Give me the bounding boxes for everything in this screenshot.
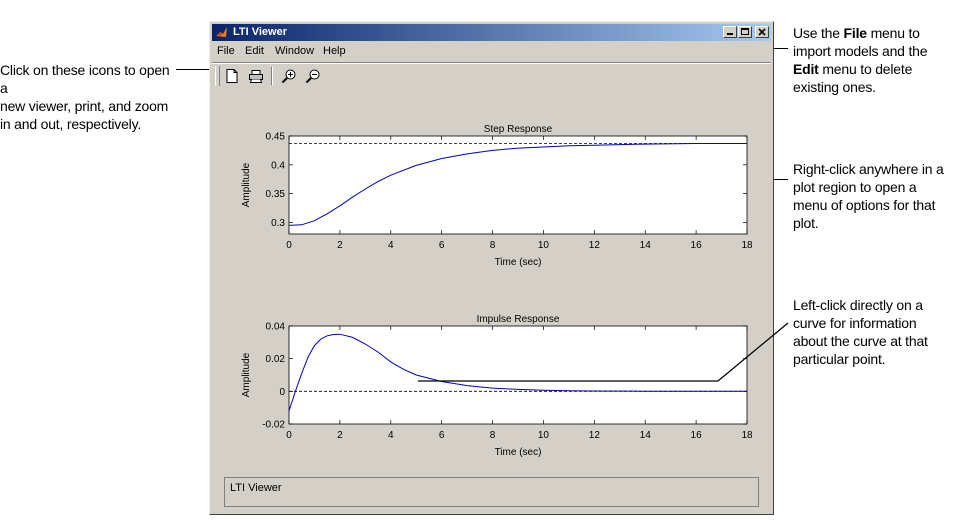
- new-viewer-button[interactable]: [222, 66, 242, 86]
- y-tick-label: 0.35: [266, 189, 286, 200]
- step-response-chart[interactable]: Step Response 0 2 4 6 8 10 12 14 16 18 0.3 0.35 0.4 0.…: [230, 124, 775, 284]
- x-tick-label: 4: [388, 240, 394, 251]
- menu-callout: Use the File menu to import models and t…: [793, 24, 957, 96]
- chart-title: Impulse Response: [477, 314, 560, 325]
- x-tick-label: 18: [741, 240, 753, 251]
- step-response-plot[interactable]: Step Response 0 2 4 6 8 10 12 14 16 18 0.3 0.35 0.4 0.…: [230, 124, 775, 284]
- x-tick-label: 2: [337, 430, 343, 441]
- maximize-button[interactable]: [738, 26, 752, 38]
- new-document-icon: [226, 69, 238, 83]
- plot-area: [288, 135, 748, 235]
- impulse-response-chart[interactable]: Impulse Response0 2 4 6 8 10 12 14 16 18-0.0200.0…: [230, 314, 775, 472]
- zoom-out-button[interactable]: [303, 66, 323, 86]
- menu-callout-line: import models and the: [793, 43, 928, 59]
- x-tick-label: 14: [640, 430, 652, 441]
- y-axis-label: Amplitude: [241, 162, 252, 207]
- y-tick-label: 0.4: [271, 160, 285, 171]
- curve-callout-line: Left-click directly on a: [793, 297, 923, 313]
- x-tick-label: 8: [490, 430, 496, 441]
- plot-callout-line: plot.: [793, 215, 819, 231]
- y-tick-label: 0.3: [271, 218, 285, 229]
- maximize-icon: [741, 28, 749, 35]
- zoom-in-button[interactable]: [279, 66, 299, 86]
- toolbar-callout-line: new viewer, print, and zoom: [0, 98, 169, 114]
- title-bar[interactable]: LTI Viewer: [212, 24, 771, 41]
- x-tick-label: 12: [589, 240, 601, 251]
- toolbar-separator: [271, 67, 273, 85]
- window-title: LTI Viewer: [233, 26, 288, 38]
- curve-callout-line: about the curve at that: [793, 333, 928, 349]
- status-bar: LTI Viewer: [224, 477, 759, 507]
- y-tick-label: -0.02: [262, 420, 285, 431]
- chart-title: Step Response: [484, 124, 553, 135]
- menu-help[interactable]: Help: [323, 44, 346, 59]
- plot-callout-line: menu of options for that: [793, 197, 936, 213]
- print-button[interactable]: [246, 66, 266, 86]
- menu-edit[interactable]: Edit: [245, 44, 264, 59]
- close-button[interactable]: [755, 26, 769, 38]
- x-tick-label: 0: [286, 430, 292, 441]
- x-tick-label: 16: [691, 240, 703, 251]
- x-tick-label: 2: [337, 240, 343, 251]
- x-tick-label: 14: [640, 240, 652, 251]
- toolbar-callout-line: in and out, respectively.: [0, 116, 142, 132]
- x-tick-label: 10: [538, 430, 550, 441]
- menu-callout-bold: File: [843, 25, 868, 41]
- menu-callout-text: Use the: [793, 25, 844, 41]
- menu-callout-line: Edit menu to delete: [793, 60, 957, 78]
- menu-file[interactable]: File: [217, 44, 235, 59]
- menu-callout-bold: Edit: [793, 61, 819, 77]
- printer-icon: [249, 70, 263, 83]
- x-tick-label: 18: [741, 430, 753, 441]
- y-axis-label: Amplitude: [241, 352, 252, 397]
- status-text: LTI Viewer: [230, 482, 282, 494]
- lti-viewer-window: LTI Viewer File Edit Window Help Step Re…: [209, 21, 774, 515]
- x-axis-label: Time (sec): [495, 447, 542, 458]
- curve-callout: Left-click directly on a curve for infor…: [793, 296, 957, 368]
- toolbar-grip[interactable]: [215, 66, 220, 86]
- y-tick-label: 0.02: [266, 354, 286, 365]
- curve-callout-line: particular point.: [793, 351, 886, 367]
- plot-callout-line: Right-click anywhere in a: [793, 161, 944, 177]
- x-axis-label: Time (sec): [495, 257, 542, 268]
- x-tick-label: 8: [490, 240, 496, 251]
- y-tick-label: 0.45: [266, 132, 286, 143]
- plot-area: [288, 325, 748, 425]
- x-tick-label: 4: [388, 430, 394, 441]
- toolbar-callout: Click on these icons to open a new viewe…: [0, 61, 180, 133]
- menu-bar: File Edit Window Help: [212, 43, 771, 61]
- y-tick-label: 0: [279, 387, 285, 398]
- x-tick-label: 16: [691, 430, 703, 441]
- curve-callout-line: curve for information: [793, 315, 917, 331]
- plot-callout: Right-click anywhere in a plot region to…: [793, 160, 957, 232]
- toolbar-callout-line: Click on these icons to open a: [0, 62, 170, 96]
- y-tick-label: 0.04: [266, 322, 286, 333]
- menu-callout-text: menu to: [866, 25, 920, 41]
- menu-callout-line: Use the File menu to: [793, 24, 957, 42]
- x-tick-label: 6: [439, 240, 445, 251]
- menu-callout-text: menu to delete: [818, 61, 913, 77]
- x-tick-label: 10: [538, 240, 550, 251]
- menu-window[interactable]: Window: [275, 44, 314, 59]
- close-icon: [758, 28, 766, 36]
- x-tick-label: 0: [286, 240, 292, 251]
- minimize-icon: [727, 33, 733, 35]
- plot-callout-line: plot region to open a: [793, 179, 917, 195]
- zoom-out-icon: [305, 69, 320, 84]
- x-tick-label: 6: [439, 430, 445, 441]
- minimize-button[interactable]: [723, 26, 737, 38]
- menu-callout-line: existing ones.: [793, 79, 876, 95]
- x-tick-label: 12: [589, 430, 601, 441]
- toolbar: [212, 64, 771, 88]
- zoom-in-icon: [281, 69, 296, 84]
- matlab-logo-icon: [216, 27, 227, 37]
- impulse-response-plot[interactable]: Impulse Response 0 2 4 6 8 10 12 14 16 18 -0.02 0 0.0…: [230, 314, 775, 472]
